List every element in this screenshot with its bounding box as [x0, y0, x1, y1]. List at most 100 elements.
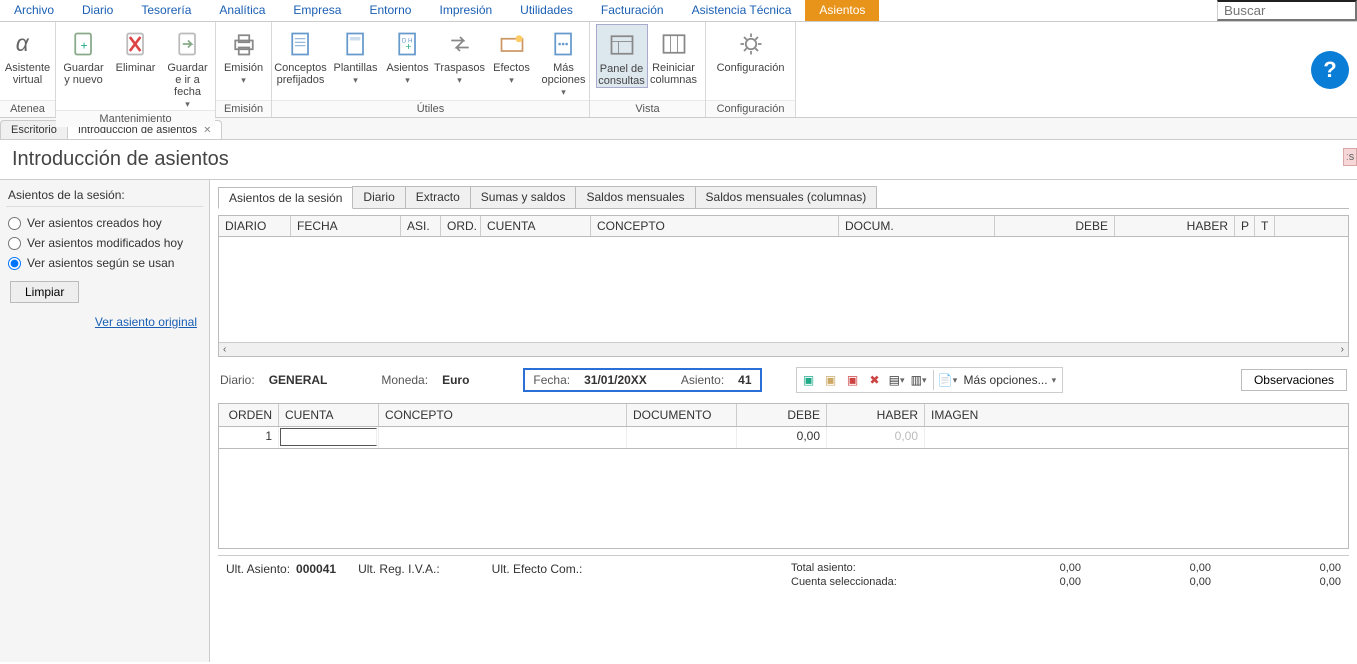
asistente-virtual-button[interactable]: α Asistente virtual [2, 24, 54, 86]
tb-delete-icon[interactable]: ✖ [865, 370, 885, 390]
configuracion-button[interactable]: Configuración [711, 24, 791, 74]
col-haber2[interactable]: HABER [827, 404, 925, 426]
page-title: Introducción de asientos [0, 140, 1357, 180]
conceptos-prefijados-button[interactable]: Conceptos prefijados [272, 24, 330, 86]
menu-asientos[interactable]: Asientos [805, 0, 879, 21]
scroll-right-icon[interactable]: › [1341, 344, 1344, 355]
plantillas-button[interactable]: Plantillas ▾ [330, 24, 382, 86]
session-grid-body[interactable]: ‹› [218, 237, 1349, 357]
ver-asiento-original-link[interactable]: Ver asiento original [6, 311, 203, 333]
asiento-value[interactable]: 41 [738, 373, 751, 387]
guardar-ir-fecha-button[interactable]: Guardar e ir a fecha ▾ [162, 24, 214, 110]
col-debe2[interactable]: DEBE [737, 404, 827, 426]
observaciones-button[interactable]: Observaciones [1241, 369, 1347, 391]
menu-facturacion[interactable]: Facturación [587, 0, 678, 21]
menu-empresa[interactable]: Empresa [279, 0, 355, 21]
tab-saldos-mensuales[interactable]: Saldos mensuales [575, 186, 695, 208]
asiento-label: Asiento: [681, 373, 724, 387]
radio-input[interactable] [8, 217, 21, 230]
ribbon-group-utiles: Conceptos prefijados Plantillas ▾ D H+ A… [272, 22, 590, 117]
document-arrow-icon [172, 28, 204, 60]
col-asi[interactable]: ASI. [401, 216, 441, 236]
radio-segun-usan[interactable]: Ver asientos según se usan [6, 253, 203, 273]
cell-concepto[interactable] [379, 427, 627, 448]
mas-opciones-button[interactable]: Más opciones ▾ [538, 24, 590, 98]
moneda-value: Euro [442, 373, 469, 387]
cell-imagen[interactable] [925, 427, 1348, 448]
col-haber[interactable]: HABER [1115, 216, 1235, 236]
col-diario[interactable]: DIARIO [219, 216, 291, 236]
col-t[interactable]: T [1255, 216, 1275, 236]
cell-cuenta[interactable] [279, 427, 379, 448]
col-fecha[interactable]: FECHA [291, 216, 401, 236]
status-bar: Ult. Asiento:000041 Ult. Reg. I.V.A.: Ul… [218, 555, 1349, 592]
ribbon-group-label: Configuración [706, 100, 795, 117]
tab-asientos-sesion[interactable]: Asientos de la sesión [218, 187, 353, 209]
menu-archivo[interactable]: Archivo [0, 0, 68, 21]
ribbon-btn-label: Efectos [493, 62, 530, 74]
scroll-left-icon[interactable]: ‹ [223, 344, 226, 355]
help-icon[interactable]: ? [1311, 51, 1349, 89]
search-input[interactable] [1217, 0, 1357, 21]
ribbon-group-label: Útiles [272, 100, 589, 117]
tb-doc-yellow-icon[interactable]: ▣ [821, 370, 841, 390]
tab-sumas-saldos[interactable]: Sumas y saldos [470, 186, 577, 208]
eliminar-button[interactable]: Eliminar [110, 24, 162, 74]
fecha-value[interactable]: 31/01/20XX [584, 373, 647, 387]
tab-diario[interactable]: Diario [352, 186, 405, 208]
cell-debe[interactable]: 0,00 [737, 427, 827, 448]
effects-icon [496, 28, 528, 60]
cuenta-sel-diff: 0,00 [1241, 576, 1341, 588]
radio-modificados-hoy[interactable]: Ver asientos modificados hoy [6, 233, 203, 253]
menu-entorno[interactable]: Entorno [355, 0, 425, 21]
col-imagen[interactable]: IMAGEN [925, 404, 1348, 426]
col-concepto[interactable]: CONCEPTO [591, 216, 839, 236]
right-panel: Asientos de la sesión Diario Extracto Su… [210, 180, 1357, 662]
panel-consultas-button[interactable]: Panel de consultas [596, 24, 648, 88]
tab-extracto[interactable]: Extracto [405, 186, 471, 208]
reiniciar-columnas-button[interactable]: Reiniciar columnas [648, 24, 700, 86]
entry-grid-row[interactable]: 1 0,00 0,00 [218, 427, 1349, 449]
cell-haber[interactable]: 0,00 [827, 427, 925, 448]
efectos-button[interactable]: Efectos ▾ [486, 24, 538, 86]
col-debe[interactable]: DEBE [995, 216, 1115, 236]
radio-creados-hoy[interactable]: Ver asientos creados hoy [6, 213, 203, 233]
tb-tool1-icon[interactable]: ▤▾ [887, 370, 907, 390]
col-docum[interactable]: DOCUM. [839, 216, 995, 236]
menu-utilidades[interactable]: Utilidades [506, 0, 587, 21]
menu-diario[interactable]: Diario [68, 0, 127, 21]
cell-documento[interactable] [627, 427, 737, 448]
ribbon-btn-label: Guardar y nuevo [63, 62, 103, 86]
diario-value: GENERAL [269, 373, 328, 387]
tb-attach-icon[interactable]: 📄▾ [938, 370, 958, 390]
col-p[interactable]: P [1235, 216, 1255, 236]
emision-button[interactable]: Emisión ▾ [218, 24, 270, 86]
scrollbar[interactable]: ‹› [219, 342, 1348, 356]
edge-tab[interactable]: ːs [1343, 148, 1357, 166]
ribbon-btn-label: Eliminar [116, 62, 156, 74]
col-concepto2[interactable]: CONCEPTO [379, 404, 627, 426]
tb-doc-green-icon[interactable]: ▣ [799, 370, 819, 390]
tb-tool2-icon[interactable]: ▥▾ [909, 370, 929, 390]
col-cuenta[interactable]: CUENTA [481, 216, 591, 236]
tb-doc-red-icon[interactable]: ▣ [843, 370, 863, 390]
col-orden[interactable]: ORDEN [219, 404, 279, 426]
guardar-y-nuevo-button[interactable]: + Guardar y nuevo [58, 24, 110, 86]
radio-input[interactable] [8, 257, 21, 270]
menu-tesoreria[interactable]: Tesorería [127, 0, 205, 21]
menu-impresion[interactable]: Impresión [425, 0, 506, 21]
col-ord[interactable]: ORD. [441, 216, 481, 236]
radio-input[interactable] [8, 237, 21, 250]
dropdown-arrow-icon: ▾ [405, 74, 410, 86]
tab-saldos-mensuales-col[interactable]: Saldos mensuales (columnas) [695, 186, 878, 208]
menu-asistencia[interactable]: Asistencia Técnica [678, 0, 806, 21]
menu-analitica[interactable]: Analítica [205, 0, 279, 21]
traspasos-button[interactable]: Traspasos ▾ [434, 24, 486, 86]
entry-grid-body[interactable] [218, 449, 1349, 549]
asientos-util-button[interactable]: D H+ Asientos ▾ [382, 24, 434, 86]
mas-opciones-dropdown[interactable]: Más opciones...▾ [960, 370, 1061, 390]
col-cuenta2[interactable]: CUENTA [279, 404, 379, 426]
col-documento[interactable]: DOCUMENTO [627, 404, 737, 426]
cuenta-input[interactable] [280, 428, 377, 446]
limpiar-button[interactable]: Limpiar [10, 281, 79, 303]
